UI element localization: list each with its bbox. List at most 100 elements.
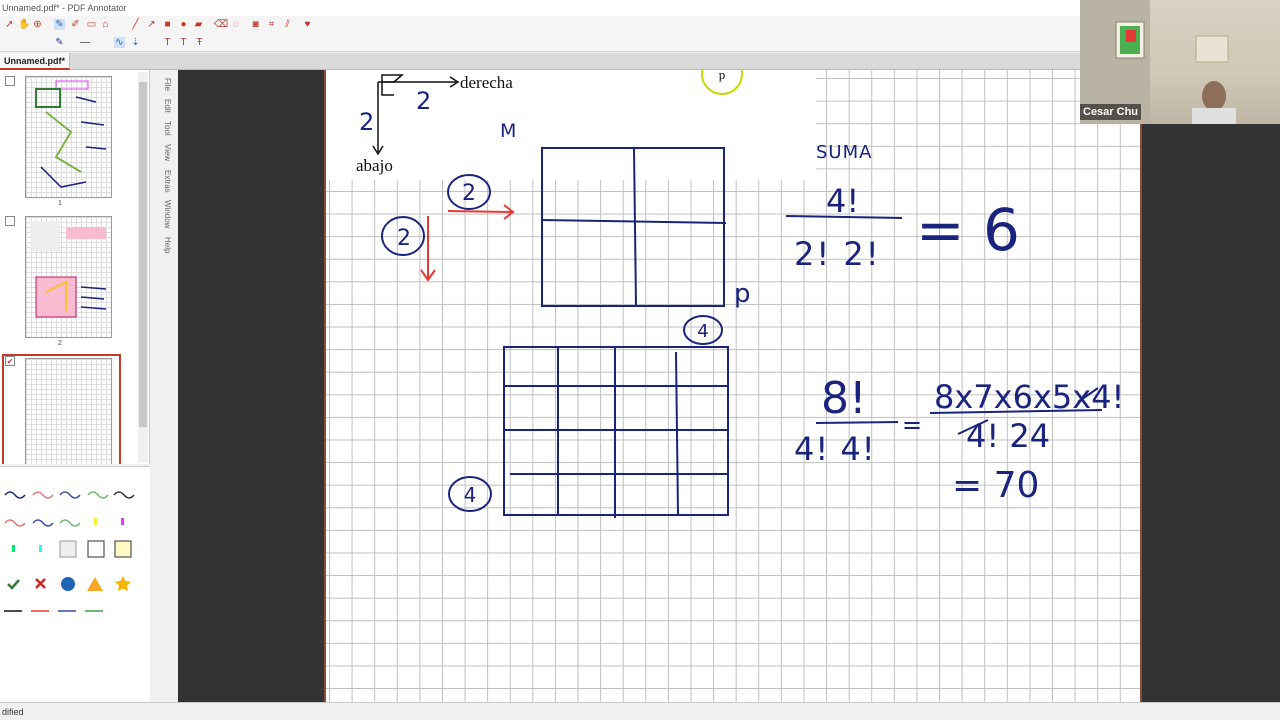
text-underline-icon[interactable]: T [178,37,189,48]
ellipse-icon[interactable]: ● [178,19,189,30]
lasso-icon[interactable]: ◌ [230,19,241,30]
thumbnail-checkbox-2[interactable] [5,216,15,226]
cross-stamp-icon [35,578,46,589]
label-derecha: derecha [460,73,513,92]
pen-black-icon [113,491,135,499]
circled-4-top-text: 4 [697,321,708,342]
menu-tool[interactable]: Tool [163,121,172,136]
marker-icon[interactable]: ✐ [70,19,81,30]
pen-navy-icon [4,491,26,499]
hw-two-top: 2 [416,87,431,115]
text-strikethrough-icon[interactable]: Ŧ [194,37,205,48]
pen-green-icon [87,491,109,499]
favorites-heart-icon[interactable]: ♥ [302,19,313,30]
label-p: p [719,70,726,82]
status-bar: dified [0,702,1280,720]
frac1-bar [785,215,903,219]
hw-p-mark: p [734,279,751,309]
scrollbar-thumb[interactable] [139,82,147,427]
thumbnail-page-1[interactable] [25,76,112,198]
highlighter-green-icon [12,545,15,552]
menu-view[interactable]: View [163,144,172,161]
ruler-icon[interactable]: ⫽ [282,19,293,30]
circled-numbers [381,174,723,512]
window-title: Unnamed.pdf* - PDF Annotator [0,0,1080,16]
hw-frac3-denominator: 4! 24 [966,417,1050,455]
hw-frac2-numerator: 8! [821,373,867,424]
pen-color-icon[interactable]: ✎ [54,37,65,48]
main-toolbar: ➚ ✋ ⊕ ✎ ✐ ▭ ⌂ ╱ ↗ ■ ● ▰ ⌫ ◌ ◙ ⌗ ⫽ ♥ ✎ — … [0,16,1080,52]
grid-4x4 [503,346,729,518]
tab-unnamed-pdf[interactable]: Unnamed.pdf* [0,53,71,70]
select-arrow-icon[interactable]: ➚ [4,19,15,30]
warning-stamp-icon [87,577,103,591]
line-icon[interactable]: ╱ [130,19,141,30]
menu-extras[interactable]: Extras [163,170,172,193]
pen-blue-icon [59,491,81,499]
highlighter-cyan-icon [39,545,42,552]
line-width-icon[interactable]: — [74,37,96,48]
hw-frac1-denominator: 2! 2! [794,235,881,273]
thumbnail-checkbox-1[interactable] [5,76,15,86]
star-stamp-icon [115,576,131,592]
pen-tool-icon[interactable]: ✎ [54,19,65,30]
menu-file[interactable]: File [163,78,172,91]
menu-help[interactable]: Help [163,237,172,253]
highlighter-icon[interactable]: ▰ [193,19,204,30]
vertical-menu: File Edit Tool View Extras Window Help [158,78,172,268]
red-direction-arrows [420,204,515,282]
camera-icon[interactable]: ◙ [250,19,261,30]
ink-annotations: derecha abajo p 2 2 M SUMA 4! 2! 2! = 6 … [356,70,1124,518]
thumbnail-number-1: 1 [58,200,62,207]
hw-frac2-equals: = [902,411,922,439]
fill-icon[interactable]: ⇣ [130,37,141,48]
text-style-box-icon [87,540,105,558]
eraser-icon[interactable]: ⌫ [214,19,228,30]
document-page[interactable]: derecha abajo p 2 2 M SUMA 4! 2! 2! = 6 … [324,70,1142,702]
rectangle-icon[interactable]: ■ [162,19,173,30]
red-arrow-right [447,210,513,213]
thumbnails-scrollbar[interactable] [138,72,148,462]
thumbnail-1-sketch [35,80,107,188]
thumbnail-page-3[interactable] [25,358,112,464]
text-style-yellow-icon [114,540,132,558]
circled-4-left-text: 4 [464,483,477,507]
smooth-pen-icon[interactable]: ∿ [114,37,125,48]
text-box-icon[interactable]: ▭ [86,19,97,30]
hw-two-left: 2 [359,108,374,136]
menu-window[interactable]: Window [163,200,172,228]
favorites-panel [0,466,150,702]
thumbnail-page-2[interactable] [25,216,112,338]
grid-2x2-frame [541,147,725,307]
participant-name: Cesar Chu [1080,104,1142,120]
favorite-pens [4,491,135,612]
grid-2x2-vline [633,147,637,307]
thumbnails-panel: 1 2 ✔ [0,70,150,464]
check-stamp-icon [7,579,20,590]
text-style-gray-icon [59,540,77,558]
arrow-line-icon[interactable]: ↗ [146,19,157,30]
hw-frac1-result: = 6 [916,196,1020,264]
pen-light-red-icon [4,519,26,527]
label-abajo: abajo [356,156,393,175]
stamp-icon[interactable]: ⌂ [100,19,111,30]
thumbnail-2-sketch [30,221,107,318]
highlighter-yellow-icon [94,518,97,525]
grid-2x2 [541,147,727,307]
crop-icon[interactable]: ⌗ [266,19,277,30]
zoom-icon[interactable]: ⊕ [32,19,43,30]
circled-2-left-text: 2 [397,226,411,251]
pen-light-green-icon [59,519,81,527]
grid-4x4-vlines [557,347,679,518]
hw-suma: SUMA [816,142,872,163]
circled-2-top-text: 2 [462,181,476,206]
pen-red-icon [32,491,54,499]
hand-tool-icon[interactable]: ✋ [18,19,30,30]
corner-square [381,74,404,96]
thumbnail-number-2: 2 [58,340,62,347]
question-stamp-icon [61,577,75,591]
highlighter-pink-icon [121,518,124,525]
hw-frac1-numerator: 4! [826,182,859,220]
menu-edit[interactable]: Edit [163,99,172,113]
text-format-icon[interactable]: T [162,37,173,48]
